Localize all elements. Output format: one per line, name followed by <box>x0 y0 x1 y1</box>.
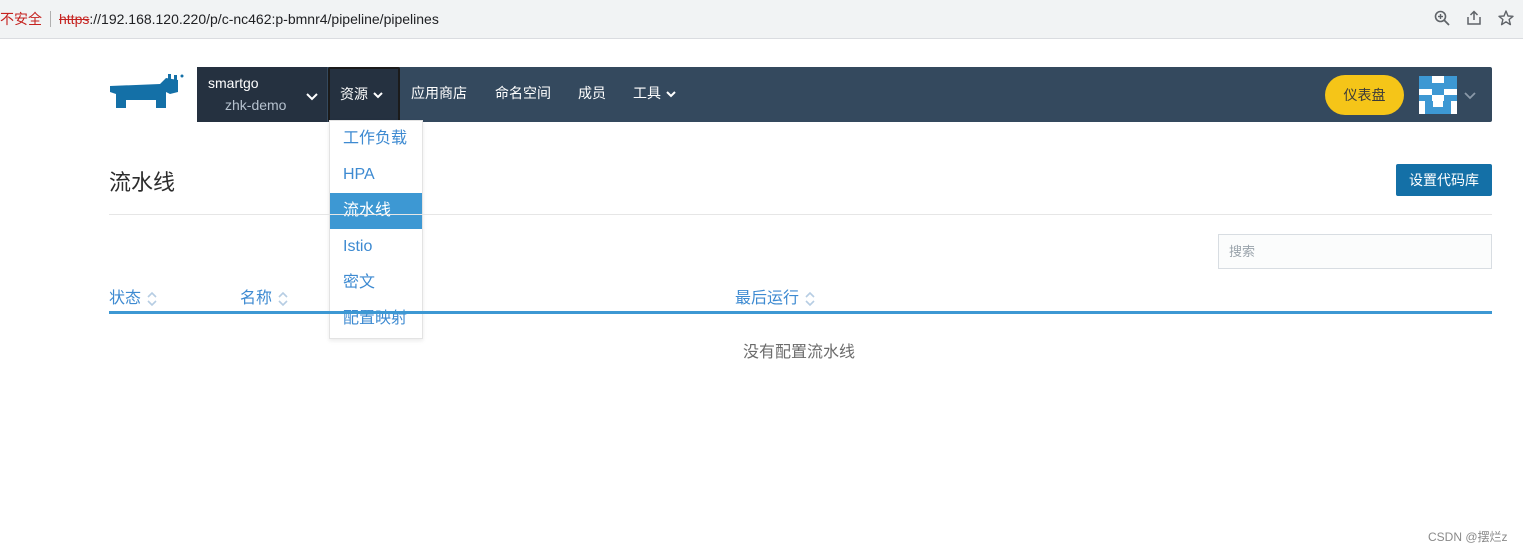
zoom-icon[interactable] <box>1433 9 1451 27</box>
menu-item-config-maps[interactable]: 配置映射 <box>330 301 422 337</box>
column-header-last-run[interactable]: 最后运行 <box>735 284 815 308</box>
browser-address-bar: 不安全 https://192.168.120.220/p/c-nc462:p-… <box>0 0 1523 38</box>
nav-tools-label: 工具 <box>633 85 661 101</box>
chevron-down-icon <box>666 91 676 98</box>
chevron-down-icon[interactable] <box>1463 88 1477 102</box>
empty-state-message: 没有配置流水线 <box>743 344 856 361</box>
top-navigation: smartgo zhk-demo 资源 应用商店 命名空间 成员 工具 仪表盘 <box>197 67 1492 122</box>
nav-resources[interactable]: 资源 <box>328 67 400 122</box>
project-switcher[interactable]: smartgo zhk-demo <box>197 67 327 122</box>
nav-resources-label: 资源 <box>340 86 368 102</box>
nav-app-store[interactable]: 应用商店 <box>411 67 467 122</box>
nav-namespaces[interactable]: 命名空间 <box>495 67 551 122</box>
star-icon[interactable] <box>1497 9 1515 27</box>
page-title: 流水线 <box>109 170 176 195</box>
chevron-down-icon <box>373 92 383 99</box>
browser-actions <box>1433 9 1515 27</box>
table-header-underline <box>109 311 1492 314</box>
url-protocol: https <box>59 11 90 27</box>
menu-item-istio[interactable]: Istio <box>330 229 422 265</box>
column-header-label: 名称 <box>240 290 273 307</box>
rancher-logo[interactable] <box>108 72 184 114</box>
share-icon[interactable] <box>1465 9 1483 27</box>
menu-item-hpa[interactable]: HPA <box>330 157 422 193</box>
chevron-down-icon <box>306 93 318 101</box>
address-bar-border <box>0 38 1523 39</box>
sort-icon <box>147 291 157 306</box>
nav-tools[interactable]: 工具 <box>633 67 677 122</box>
menu-item-secrets[interactable]: 密文 <box>330 265 422 301</box>
menu-item-workloads[interactable]: 工作负载 <box>330 121 422 157</box>
project-name: zhk-demo <box>225 97 287 113</box>
address-divider <box>50 11 51 27</box>
header-divider <box>109 214 1492 215</box>
menu-item-pipelines[interactable]: 流水线 <box>330 193 422 229</box>
url-path: ://192.168.120.220/p/c-nc462:p-bmnr4/pip… <box>89 11 439 27</box>
resources-dropdown-menu: 工作负载 HPA 流水线 Istio 密文 配置映射 <box>329 120 423 339</box>
sort-icon <box>805 291 815 306</box>
column-header-label: 最后运行 <box>735 290 800 307</box>
avatar[interactable] <box>1419 76 1457 114</box>
column-header-status[interactable]: 状态 <box>109 284 157 308</box>
column-header-label: 状态 <box>109 290 142 307</box>
cluster-name: smartgo <box>208 75 259 91</box>
url-field[interactable]: https://192.168.120.220/p/c-nc462:p-bmnr… <box>59 11 439 27</box>
dashboard-button[interactable]: 仪表盘 <box>1325 75 1404 115</box>
search-input[interactable] <box>1218 234 1492 269</box>
nav-members[interactable]: 成员 <box>578 67 606 122</box>
column-header-name[interactable]: 名称 <box>240 284 288 308</box>
security-warning[interactable]: 不安全 <box>0 9 42 29</box>
configure-repositories-button[interactable]: 设置代码库 <box>1396 164 1492 196</box>
watermark: CSDN @摆烂z <box>1428 530 1508 544</box>
sort-icon <box>278 291 288 306</box>
